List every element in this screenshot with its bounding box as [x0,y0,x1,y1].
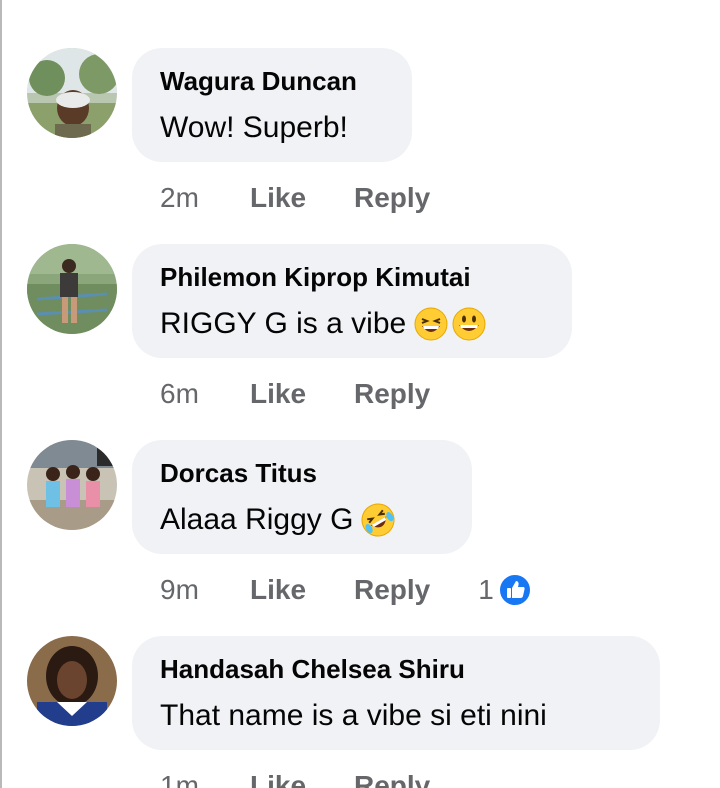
comment-timestamp[interactable]: 6m [160,378,250,410]
reaction-count: 1 [478,574,494,605]
comment-text-content: Alaaa Riggy G [160,503,354,536]
reply-button[interactable]: Reply [354,770,430,788]
comment-author[interactable]: Philemon Kiprop Kimutai [160,262,544,292]
comment-timestamp[interactable]: 1m [160,770,250,788]
comment-bubble: Philemon Kiprop Kimutai RIGGY G is a vib… [132,244,572,358]
comments-screen: Wagura Duncan Wow! Superb! 2m Like Reply [0,0,720,788]
avatar[interactable] [27,440,117,530]
comment-author[interactable]: Dorcas Titus [160,458,444,488]
comment-actions: 2m Like Reply [160,180,430,216]
comment-author[interactable]: Handasah Chelsea Shiru [160,654,632,684]
comment-author[interactable]: Wagura Duncan [160,66,384,96]
comment-text-content: Wow! Superb! [160,111,348,144]
like-button[interactable]: Like [250,574,354,606]
comment-timestamp[interactable]: 2m [160,182,250,214]
left-border [0,0,2,788]
grinning-squinting-emoji [414,307,448,341]
comment-actions: 6m Like Reply [160,376,430,412]
comment-bubble: Dorcas Titus Alaaa Riggy G [132,440,472,554]
like-button[interactable]: Like [250,182,354,214]
comment-bubble: Handasah Chelsea Shiru That name is a vi… [132,636,660,750]
reaction-summary[interactable]: 1 [478,573,532,607]
comment-text: RIGGY G is a vibe [160,306,544,342]
avatar[interactable] [27,244,117,334]
comment-timestamp[interactable]: 9m [160,574,250,606]
like-button[interactable]: Like [250,378,354,410]
avatar[interactable] [27,48,117,138]
comment-text-content: That name is a vibe si eti nini [160,699,547,732]
reply-button[interactable]: Reply [354,378,430,410]
reply-button[interactable]: Reply [354,182,430,214]
rolling-on-floor-laughing-emoji [361,503,395,537]
comment-actions: 9m Like Reply 1 [160,572,532,608]
comment-text-content: RIGGY G is a vibe [160,307,407,340]
comment-bubble: Wagura Duncan Wow! Superb! [132,48,412,162]
comment-text: Wow! Superb! [160,110,384,146]
comment-text: That name is a vibe si eti nini [160,698,632,734]
comment-text: Alaaa Riggy G [160,502,444,538]
comment-actions: 1m Like Reply [160,768,430,788]
avatar[interactable] [27,636,117,726]
like-button[interactable]: Like [250,770,354,788]
reply-button[interactable]: Reply [354,574,430,606]
like-thumb-icon [497,573,532,607]
grinning-emoji [452,307,486,341]
